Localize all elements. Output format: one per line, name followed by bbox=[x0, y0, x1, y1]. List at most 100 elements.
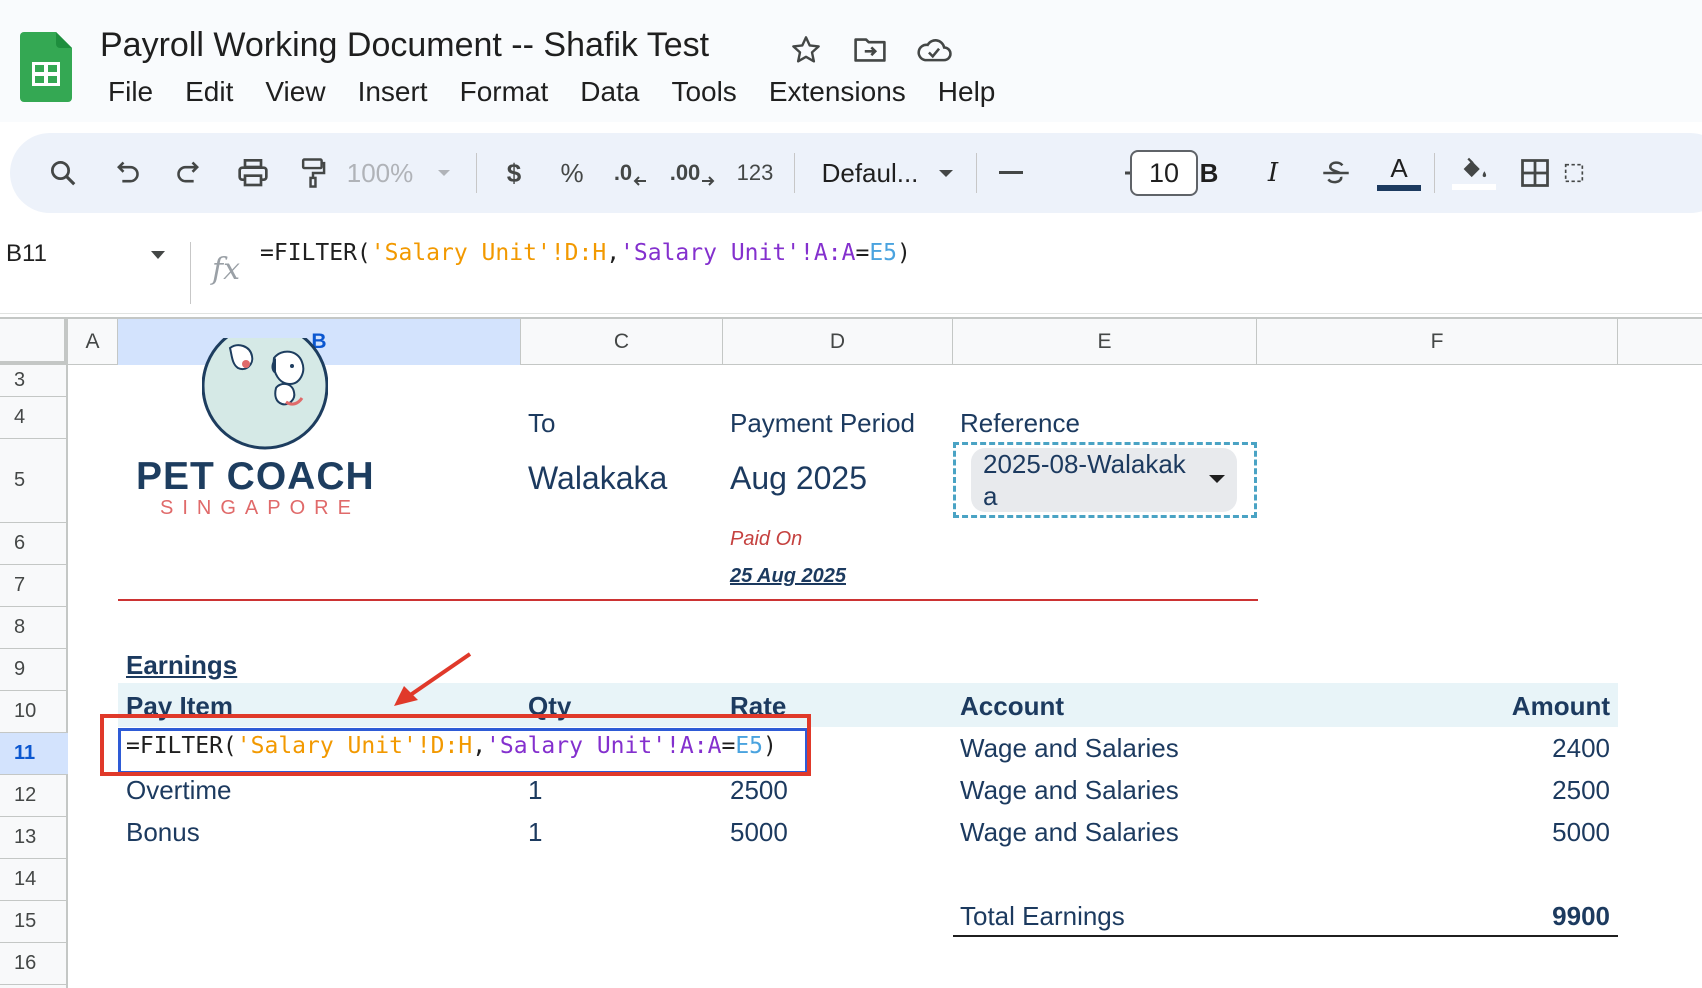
sheets-logo-icon[interactable] bbox=[20, 32, 72, 102]
zoom-select[interactable]: 100% bbox=[340, 133, 420, 213]
toolbar-divider bbox=[794, 153, 795, 193]
total-earnings-value[interactable]: 9900 bbox=[1400, 901, 1610, 932]
annotation-arrow-icon bbox=[394, 652, 472, 706]
cloud-saved-icon[interactable] bbox=[914, 30, 954, 70]
column-header-e[interactable]: E bbox=[953, 319, 1257, 365]
title-bar: Payroll Working Document -- Shafik Test … bbox=[0, 0, 1702, 122]
merge-cells-icon[interactable] bbox=[1564, 133, 1584, 213]
formula-cell-ref: E5 bbox=[869, 240, 898, 266]
arrow-left-icon bbox=[633, 176, 647, 186]
move-folder-icon[interactable] bbox=[850, 30, 890, 70]
toolbar-divider bbox=[976, 153, 977, 193]
arrow-right-icon bbox=[702, 176, 715, 186]
pay-item-cell[interactable]: Overtime bbox=[126, 775, 231, 806]
row-header-active[interactable]: 11 bbox=[0, 733, 68, 775]
rate-cell[interactable]: 2500 bbox=[730, 775, 788, 806]
qty-cell[interactable]: 1 bbox=[528, 775, 542, 806]
document-title[interactable]: Payroll Working Document -- Shafik Test bbox=[100, 26, 709, 65]
row-header[interactable]: 9 bbox=[0, 649, 68, 691]
formula-range-ref: 'Salary Unit'!D:H bbox=[370, 240, 607, 266]
fill-color-button[interactable] bbox=[1446, 133, 1502, 213]
name-box[interactable]: B11 bbox=[6, 240, 47, 268]
percent-format-button[interactable]: % bbox=[550, 133, 594, 213]
row-header[interactable]: 12 bbox=[0, 775, 68, 817]
row-header[interactable]: 4 bbox=[0, 397, 68, 439]
chevron-down-icon[interactable] bbox=[1208, 473, 1226, 485]
row-header[interactable]: 8 bbox=[0, 607, 68, 649]
select-all-corner[interactable] bbox=[0, 319, 68, 365]
text-color-button[interactable]: A bbox=[1372, 133, 1426, 213]
menu-tools[interactable]: Tools bbox=[655, 76, 752, 108]
fill-color-swatch bbox=[1452, 184, 1496, 190]
menu-format[interactable]: Format bbox=[444, 76, 565, 108]
row-header[interactable]: 7 bbox=[0, 565, 68, 607]
borders-icon[interactable] bbox=[1510, 133, 1560, 213]
total-earnings-label: Total Earnings bbox=[960, 901, 1125, 931]
increase-decimal-label: .00 bbox=[669, 160, 701, 185]
column-header-f[interactable]: F bbox=[1257, 319, 1618, 365]
paid-on-value[interactable]: 25 Aug 2025 bbox=[730, 565, 846, 588]
formula-range-ref: 'Salary Unit'!A:A bbox=[620, 240, 856, 266]
row-header[interactable]: 16 bbox=[0, 943, 68, 985]
star-icon[interactable] bbox=[786, 30, 826, 70]
section-divider bbox=[118, 599, 1258, 601]
account-cell[interactable]: Wage and Salaries bbox=[960, 775, 1179, 806]
logo-subtext: SINGAPORE bbox=[160, 497, 360, 519]
paint-bucket-icon bbox=[1463, 157, 1487, 178]
amount-cell[interactable]: 2500 bbox=[1400, 775, 1610, 806]
row-header[interactable]: 5 bbox=[0, 439, 68, 523]
reference-value[interactable]: 2025-08-Walakak a bbox=[983, 448, 1203, 512]
decrease-font-size-button[interactable] bbox=[988, 133, 1034, 213]
italic-button[interactable]: I bbox=[1250, 133, 1296, 213]
currency-format-button[interactable]: $ bbox=[492, 133, 536, 213]
fx-icon: fx bbox=[212, 252, 241, 287]
increase-decimal-button[interactable]: .00 bbox=[668, 133, 718, 213]
menu-file[interactable]: File bbox=[92, 76, 169, 108]
reference-label: Reference bbox=[960, 408, 1080, 438]
menu-help[interactable]: Help bbox=[922, 76, 1012, 108]
paint-format-icon[interactable] bbox=[290, 133, 336, 213]
text-color-letter: A bbox=[1390, 153, 1408, 183]
formula-input[interactable]: =FILTER('Salary Unit'!D:H,'Salary Unit'!… bbox=[260, 240, 911, 266]
column-header-a[interactable]: A bbox=[68, 319, 118, 365]
row-header[interactable]: 13 bbox=[0, 817, 68, 859]
pet-coach-logo bbox=[202, 338, 328, 450]
row-header[interactable]: 10 bbox=[0, 691, 68, 733]
more-formats-button[interactable]: 123 bbox=[726, 133, 784, 213]
payment-period-label: Payment Period bbox=[730, 408, 915, 438]
to-label: To bbox=[528, 408, 556, 438]
account-cell[interactable]: Wage and Salaries bbox=[960, 733, 1179, 764]
menu-insert[interactable]: Insert bbox=[342, 76, 444, 108]
font-dropdown-icon[interactable] bbox=[932, 133, 960, 213]
qty-cell[interactable]: 1 bbox=[528, 817, 542, 848]
zoom-dropdown-icon[interactable] bbox=[432, 133, 456, 213]
menu-view[interactable]: View bbox=[249, 76, 341, 108]
to-value[interactable]: Walakaka bbox=[528, 460, 667, 497]
column-header-d[interactable]: D bbox=[723, 319, 953, 365]
row-header[interactable]: 15 bbox=[0, 901, 68, 943]
decrease-decimal-label: .0 bbox=[613, 160, 633, 185]
amount-cell[interactable]: 2400 bbox=[1400, 733, 1610, 764]
menu-data[interactable]: Data bbox=[564, 76, 655, 108]
row-header[interactable]: 3 bbox=[0, 365, 68, 397]
amount-cell[interactable]: 5000 bbox=[1400, 817, 1610, 848]
account-cell[interactable]: Wage and Salaries bbox=[960, 817, 1179, 848]
account-header: Account bbox=[960, 691, 1064, 721]
font-select[interactable]: Defaul... bbox=[810, 133, 930, 213]
menu-extensions[interactable]: Extensions bbox=[753, 76, 922, 108]
print-icon[interactable] bbox=[228, 133, 278, 213]
rate-cell[interactable]: 5000 bbox=[730, 817, 788, 848]
undo-icon[interactable] bbox=[104, 133, 150, 213]
decrease-decimal-button[interactable]: .0 bbox=[608, 133, 654, 213]
strikethrough-icon[interactable] bbox=[1312, 133, 1360, 213]
payment-period-value[interactable]: Aug 2025 bbox=[730, 460, 867, 497]
row-header[interactable]: 14 bbox=[0, 859, 68, 901]
row-header[interactable]: 6 bbox=[0, 523, 68, 565]
menu-edit[interactable]: Edit bbox=[169, 76, 249, 108]
name-box-dropdown-icon[interactable] bbox=[150, 250, 166, 260]
font-size-input[interactable]: 10 bbox=[1130, 150, 1198, 196]
search-icon[interactable] bbox=[40, 133, 86, 213]
pay-item-cell[interactable]: Bonus bbox=[126, 817, 200, 848]
column-header-c[interactable]: C bbox=[521, 319, 723, 365]
redo-icon[interactable] bbox=[166, 133, 212, 213]
